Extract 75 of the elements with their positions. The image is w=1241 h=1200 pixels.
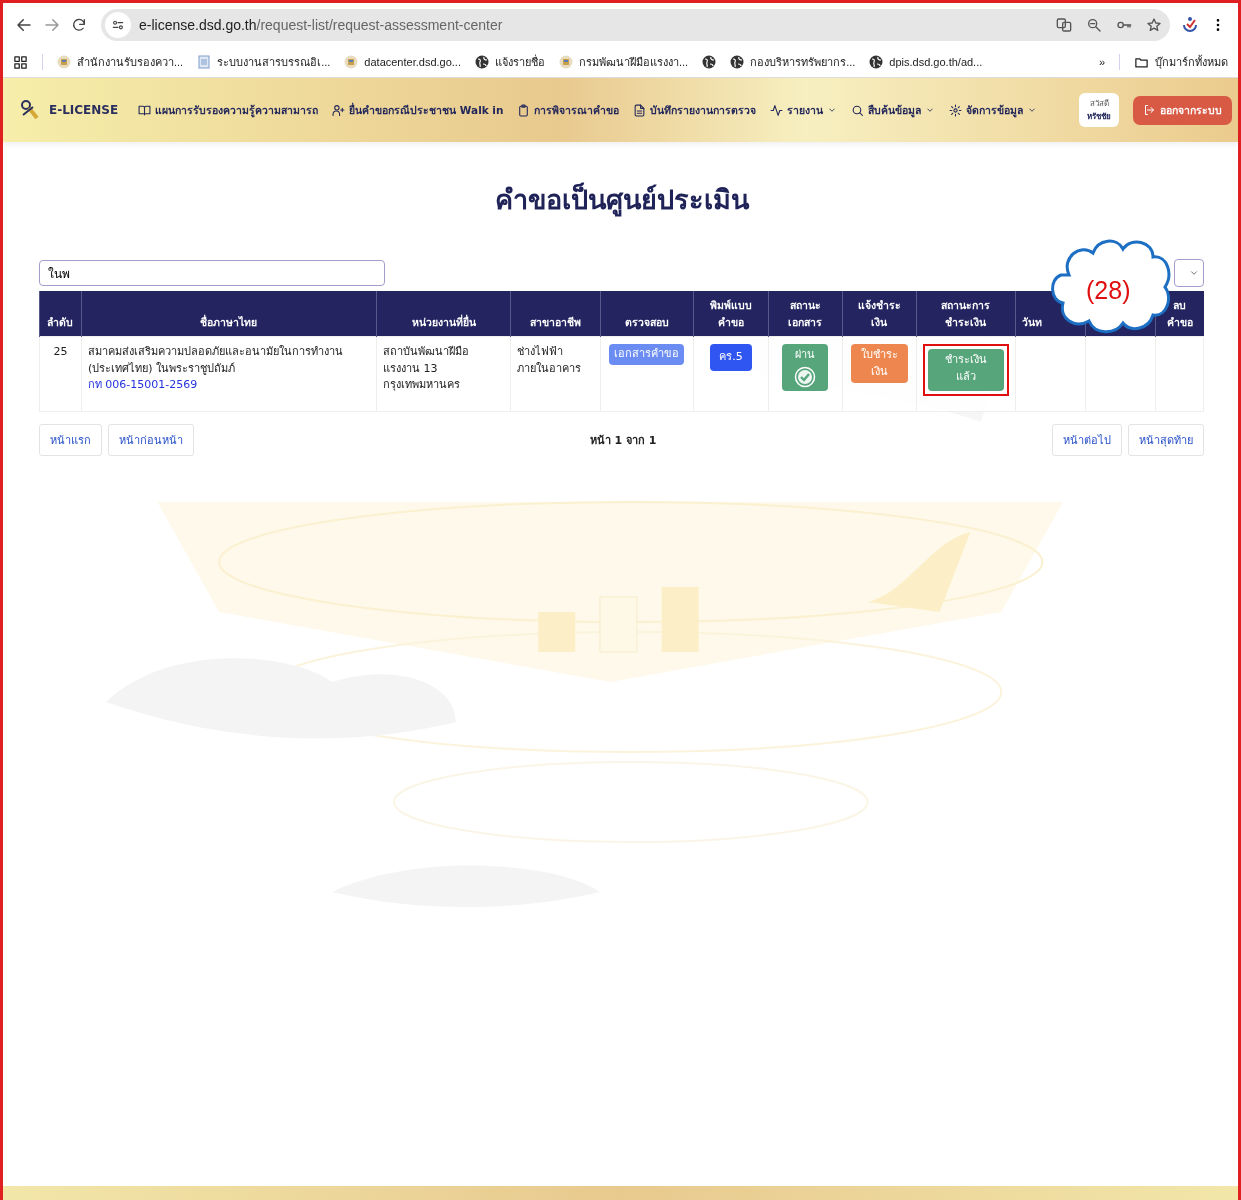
user-plus-icon — [332, 103, 346, 117]
bookmark[interactable]: ระบบงานสารบรรณอิเ... — [197, 53, 331, 71]
logout-button[interactable]: ออกจากระบบ — [1133, 95, 1232, 125]
url-text: e-license.dsd.go.th/request-list/request-assessment-center — [139, 17, 504, 33]
document-icon — [633, 103, 647, 117]
logout-icon — [1143, 104, 1155, 116]
apps-grid-icon — [13, 54, 28, 70]
previous-page-button[interactable]: หน้าก่อนหน้า — [108, 424, 194, 456]
document-icon — [197, 55, 212, 69]
column-header: หน่วยงานที่ยื่น — [411, 316, 476, 328]
bookmark[interactable] — [702, 55, 717, 69]
brand-logo[interactable]: E-LICENSE — [19, 99, 119, 121]
seal-icon — [57, 55, 71, 69]
globe-icon — [730, 55, 745, 69]
forward-icon — [43, 16, 61, 34]
organization-name: สมาคมส่งเสริมความปลอดภัยและอนามัยในการทำงาน (ประเทศไทย) ในพระราชูปถัมภ์ — [87, 344, 344, 377]
table-cell: สถาบันพัฒนาฝีมือ แรงงาน 13 กรุงเทพมหานคร — [376, 336, 511, 412]
column-header: สาขาอาชีพ — [529, 316, 581, 328]
back-icon — [15, 16, 33, 34]
column-header: ลบ คำขอ — [1166, 299, 1193, 328]
page-title: คำขอเป็นศูนย์ประเมิน — [493, 181, 750, 219]
bookmark[interactable]: กรมพัฒนาฝีมือแรงงา... — [559, 53, 689, 71]
print-form-button[interactable]: คร.5 — [710, 344, 752, 371]
nav-menu-item[interactable]: ยื่นคำขอกรณีประชาชน Walk in — [332, 101, 504, 119]
chevron-down-icon — [1189, 268, 1199, 278]
globe-icon — [475, 55, 489, 69]
next-page-button[interactable]: หน้าต่อไป — [1052, 424, 1122, 456]
nav-menu-item[interactable]: จัดการข้อมูล — [949, 101, 1038, 119]
bookmark[interactable]: datacenter.dsd.go... — [344, 55, 461, 69]
clipboard-icon — [517, 103, 531, 117]
globe-icon — [702, 55, 717, 69]
search-field[interactable]: ในพ — [39, 260, 385, 286]
table-cell: 25 — [39, 336, 82, 412]
address-bar[interactable]: e-license.dsd.go.th/request-list/request-assessment-center — [101, 9, 1170, 41]
table-cell: ช่างไฟฟ้า ภายในอาคาร — [510, 336, 601, 412]
column-header: ตรวจสอบ — [624, 316, 669, 328]
book-icon — [138, 103, 152, 117]
more-bookmarks-button[interactable]: » — [1098, 56, 1105, 68]
pulse-icon — [770, 103, 784, 117]
column-header: สถานะ เอกสาร — [788, 299, 823, 328]
bookmark[interactable]: สำนักงานรับรองควา... — [57, 53, 184, 71]
request-code: กท 006-15001-2569 — [87, 377, 199, 393]
search-icon — [851, 103, 865, 117]
page-size-select[interactable] — [1174, 259, 1204, 287]
column-header: แจ้งชำระ เงิน — [857, 299, 901, 328]
column-header: สถานะการ ชำระเงิน — [941, 299, 990, 328]
first-page-button[interactable]: หน้าแรก — [39, 424, 102, 456]
settings-icon — [949, 103, 963, 117]
site-info-icon — [111, 18, 125, 32]
star-icon — [1146, 17, 1162, 33]
seal-icon — [344, 55, 359, 69]
zoom-out-icon — [1086, 17, 1102, 33]
column-header: พิมพ์แบบ คำขอ — [710, 299, 753, 328]
last-page-button[interactable]: หน้าสุดท้าย — [1128, 424, 1204, 456]
user-greeting: สวัสดี หรัชชัย — [1079, 93, 1119, 127]
globe-icon — [869, 55, 884, 69]
nav-menu-item[interactable]: สืบค้นข้อมูล — [851, 101, 936, 119]
annotation-number: (28) — [1086, 276, 1131, 305]
column-header: ชื่อภาษาไทย — [200, 316, 258, 328]
translate-icon — [1056, 17, 1072, 33]
reload-icon — [71, 17, 87, 33]
extension-icon[interactable] — [1180, 15, 1200, 35]
logo-icon — [19, 99, 41, 121]
page-info: หน้า 1 จาก 1 — [588, 433, 658, 449]
column-header: ลำดับ — [47, 316, 74, 328]
nav-menu-item[interactable]: บันทึกรายงานการตรวจ — [633, 101, 757, 119]
bookmark[interactable]: dpis.dsd.go.th/ad... — [869, 55, 983, 69]
bookmark[interactable]: แจ้งรายชื่อ — [475, 53, 545, 71]
all-bookmarks-folder[interactable]: บุ๊กมาร์กทั้งหมด — [1134, 53, 1228, 71]
column-header: วันท — [1021, 316, 1042, 328]
nav-menu-item[interactable]: รายงาน — [770, 101, 838, 119]
nav-menu-item[interactable]: การพิจารณาคำขอ — [517, 101, 620, 119]
bookmark[interactable]: กองบริหารทรัพยากร... — [730, 53, 856, 71]
nav-menu-item[interactable]: แผนการรับรองความรู้ความสามารถ — [138, 101, 319, 119]
seal-icon — [559, 55, 573, 69]
